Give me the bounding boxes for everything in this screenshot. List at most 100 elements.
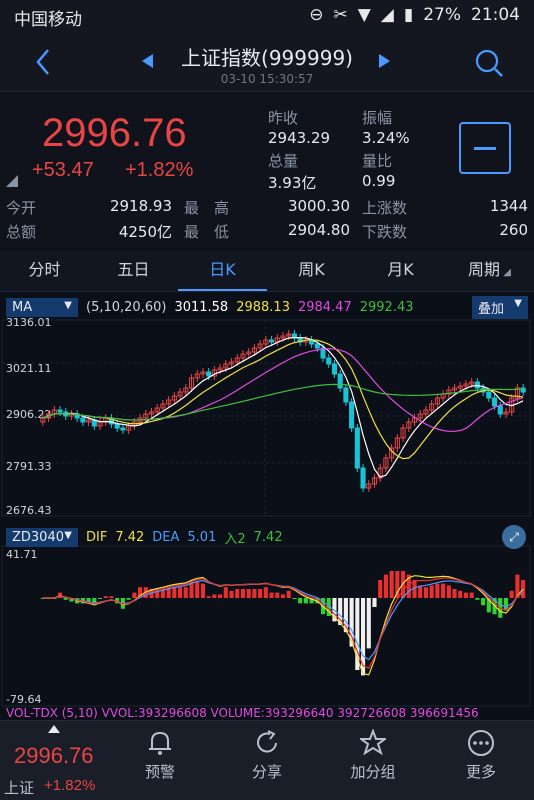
amplitude-label: 振幅 <box>362 109 393 127</box>
candle <box>486 391 492 399</box>
remove-watchlist-button[interactable] <box>459 122 511 174</box>
high-value: 3000.30 <box>287 197 350 215</box>
period-tabs: 分时 五日 日K 周K 月K 周期 ◢ <box>0 250 534 292</box>
dea-label: DEA <box>152 529 180 545</box>
macd-bar <box>223 587 228 598</box>
macd-bar <box>458 590 463 598</box>
tab-five-day[interactable]: 五日 <box>89 250 178 291</box>
prev-close-value: 2943.29 <box>268 129 331 147</box>
vol-ratio-label: 量比 <box>362 152 393 170</box>
macd-bar <box>109 596 114 598</box>
candle <box>360 467 366 489</box>
ma60-value: 2992.43 <box>359 299 414 315</box>
macd-bar <box>366 598 371 649</box>
alert-button[interactable]: 预警 <box>115 729 205 782</box>
candle <box>269 339 275 343</box>
more-label: 更多 <box>465 763 496 781</box>
more-button[interactable]: 更多 <box>436 729 526 782</box>
low-label: 最 低 <box>184 223 230 241</box>
header: 上证指数(999999) 03-10 15:30:57 <box>0 32 534 92</box>
macd-bar <box>246 589 251 598</box>
dif-value: 7.42 <box>115 529 145 545</box>
overlay-label: 叠加 <box>478 301 505 317</box>
macd-bar <box>429 585 434 598</box>
dropdown-icon: ▼ <box>64 529 72 541</box>
page-title: 上证指数(999999) <box>181 46 353 70</box>
ma5-line <box>42 337 524 478</box>
macd-bar <box>63 598 68 600</box>
corner-mark-icon <box>6 175 18 187</box>
prev-close-label: 昨收 <box>268 109 299 127</box>
vibrate-icon: ✂ <box>333 5 348 25</box>
search-icon[interactable] <box>474 48 504 78</box>
macd-bar <box>97 598 103 599</box>
macd-bar <box>269 592 274 598</box>
signal-icon: ◢ <box>380 5 394 25</box>
overlay-button[interactable]: 叠加 ▼ <box>472 295 528 319</box>
macd-bar <box>360 598 366 676</box>
macd-bar <box>521 580 526 598</box>
macd-bar <box>441 583 446 598</box>
dropdown-icon: ◢ <box>500 267 511 278</box>
status-bar: 中国移动 ⊖ ✂ ▼ ◢ ▮ 27% 21:04 <box>0 0 534 32</box>
macd-bar <box>446 585 451 598</box>
add-group-label: 加分组 <box>350 763 396 781</box>
expand-up-icon[interactable] <box>48 725 60 733</box>
candle <box>57 409 63 413</box>
in2-label: 入2 <box>224 531 246 547</box>
battery-level: 27% <box>423 5 461 25</box>
star-icon <box>360 729 386 756</box>
battery-icon: ▮ <box>403 5 414 25</box>
macd-bar <box>252 589 257 598</box>
status-icons: ⊖ ✂ ▼ ◢ ▮ 27% 21:04 <box>309 5 520 25</box>
candle <box>120 427 126 431</box>
tab-monthly-k[interactable]: 月K <box>356 250 445 291</box>
ma5-value: 3011.58 <box>174 299 229 315</box>
kline-chart[interactable]: MA ▼ (5,10,20,60) 3011.58 2988.13 2984.47… <box>0 292 534 720</box>
tab-period-label: 周期 <box>468 260 501 279</box>
alert-label: 预警 <box>144 763 175 781</box>
candle <box>520 387 526 393</box>
indicator-line <box>42 577 524 669</box>
minus-icon <box>474 147 496 150</box>
macd-bar <box>212 594 217 598</box>
share-button[interactable]: 分享 <box>222 729 312 782</box>
indicator-bar: ZD3040 ▼ DIF 7.42 DEA 5.01 入2 7.42 ⤢ <box>6 525 528 549</box>
carrier-name: 中国移动 <box>14 10 82 30</box>
expand-icon[interactable]: ⤢ <box>502 525 526 549</box>
ma-selector[interactable]: MA ▼ <box>6 297 78 317</box>
macd-bar <box>463 592 469 598</box>
macd-bar <box>172 587 177 598</box>
down-count-value: 260 <box>499 221 528 239</box>
mini-name: 上证 <box>4 779 35 797</box>
up-count-value: 1344 <box>489 197 528 215</box>
next-stock-icon[interactable] <box>378 54 390 68</box>
price-change: +53.47 <box>32 159 94 181</box>
macd-bar <box>298 598 303 604</box>
add-group-button[interactable]: 加分组 <box>328 729 418 782</box>
down-count-label: 下跌数 <box>362 223 408 241</box>
amount-label: 总额 <box>6 223 37 241</box>
dif-label: DIF <box>86 529 108 545</box>
indicator-selector[interactable]: ZD3040 ▼ <box>6 527 78 547</box>
quote-panel: 2996.76 +53.47 +1.82% 昨收 2943.29 总量 3.93… <box>0 93 534 248</box>
candle <box>314 343 320 349</box>
tab-intraday[interactable]: 分时 <box>0 250 89 291</box>
ma10-line <box>42 339 524 460</box>
tab-weekly-k[interactable]: 周K <box>267 250 356 291</box>
candle <box>497 405 503 415</box>
indicator-selector-label: ZD3040 <box>12 529 64 545</box>
macd-bar <box>200 583 206 598</box>
tab-daily-k[interactable]: 日K <box>178 250 267 291</box>
macd-bar <box>435 583 440 598</box>
indicator-line <box>42 579 524 661</box>
tab-period[interactable]: 周期 ◢ <box>445 250 534 291</box>
macd-bar <box>103 596 108 598</box>
more-icon <box>468 730 494 756</box>
y-tick: 2676.43 <box>6 504 52 517</box>
macd-bar <box>292 598 297 599</box>
last-price: 2996.76 <box>42 111 187 155</box>
macd-bar <box>132 592 137 598</box>
ind-tick: 41.71 <box>6 548 38 561</box>
ma-selector-label: MA <box>12 299 33 315</box>
